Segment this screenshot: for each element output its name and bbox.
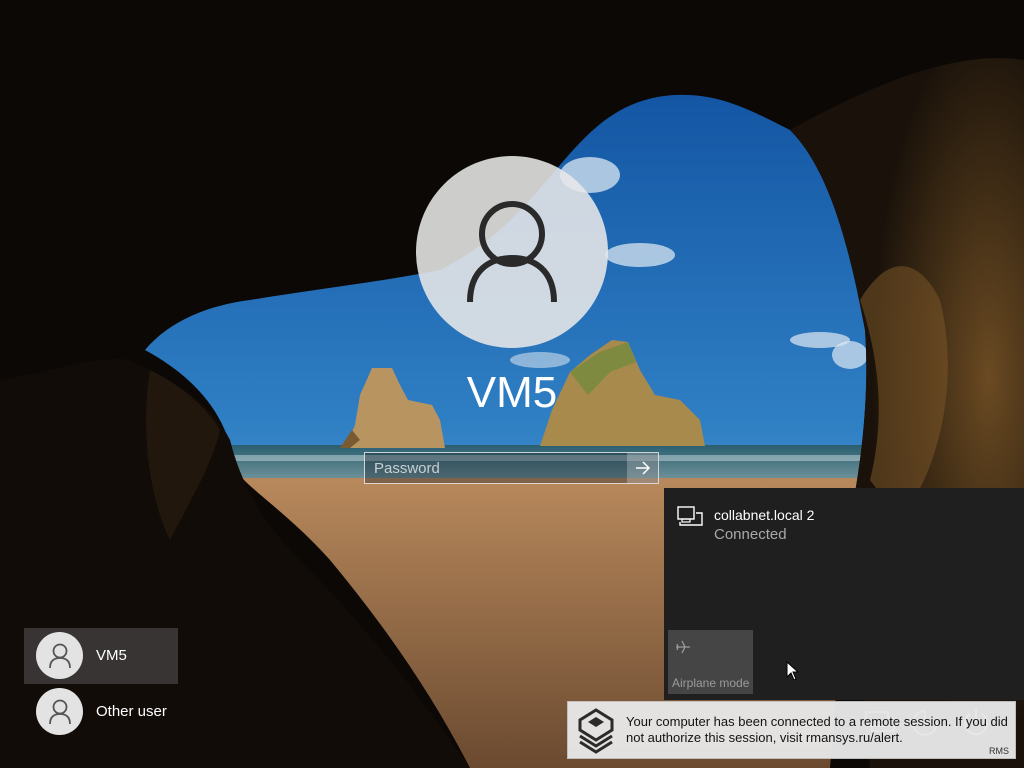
arrow-right-icon	[635, 461, 650, 475]
user-icon	[49, 643, 71, 669]
network-name[interactable]: collabnet.local 2	[714, 507, 814, 523]
password-box	[364, 452, 659, 484]
submit-button[interactable]	[627, 453, 658, 483]
notification-brand: RMS	[989, 746, 1009, 756]
airplane-icon	[676, 640, 690, 654]
avatar	[36, 632, 83, 679]
user-icon	[49, 699, 71, 725]
avatar	[36, 688, 83, 735]
mouse-cursor-icon	[786, 661, 800, 681]
airplane-mode-label: Airplane mode	[672, 676, 750, 690]
user-item-label: VM5	[96, 647, 127, 664]
user-icon	[467, 201, 557, 303]
user-switcher-list: VM5 Other user	[24, 628, 178, 740]
network-flyout: collabnet.local 2 Connected Airplane mod…	[664, 488, 1024, 700]
rms-logo-icon	[578, 708, 614, 754]
user-item-vm5[interactable]: VM5	[24, 628, 178, 684]
user-item-label: Other user	[96, 703, 167, 720]
network-status: Connected	[714, 526, 787, 543]
airplane-mode-toggle[interactable]: Airplane mode	[668, 630, 753, 694]
username-title: VM5	[466, 368, 558, 417]
notification-message: Your computer has been connected to a re…	[626, 714, 1008, 745]
remote-session-notification[interactable]: Your computer has been connected to a re…	[567, 701, 1016, 759]
ethernet-network-icon	[677, 506, 703, 526]
user-item-other-user[interactable]: Other user	[24, 684, 178, 740]
user-avatar-large	[416, 156, 608, 348]
password-input[interactable]	[365, 453, 627, 483]
